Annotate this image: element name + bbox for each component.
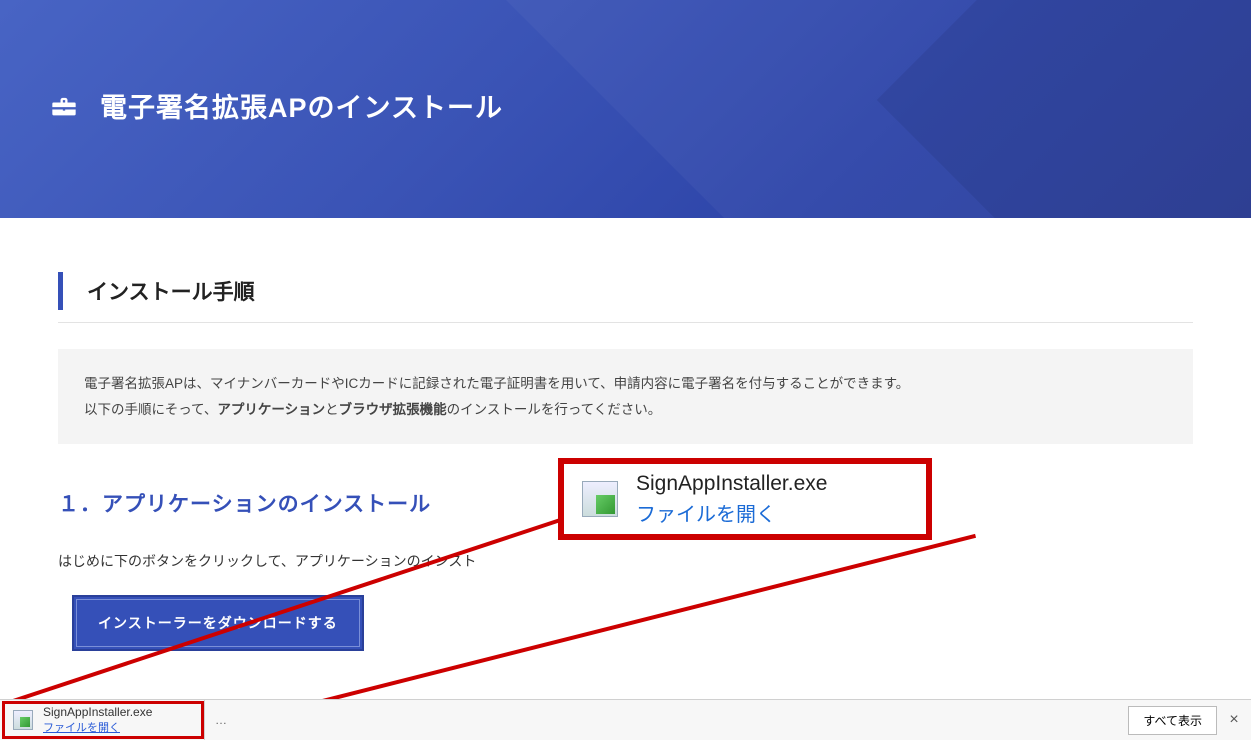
section-heading: インストール手順 [58, 272, 1193, 310]
hero-banner: 電子署名拡張APのインストール [0, 0, 1251, 218]
download-installer-button[interactable]: インストーラーをダウンロードする [72, 595, 364, 651]
show-all-downloads-button[interactable]: すべて表示 [1128, 706, 1217, 735]
note-bold: ブラウザ拡張機能 [339, 402, 447, 417]
callout-filename: SignAppInstaller.exe [636, 472, 827, 496]
note-line-2: 以下の手順にそって、アプリケーションとブラウザ拡張機能のインストールを行ってくだ… [84, 397, 1167, 423]
note-text: と [325, 402, 339, 417]
download-open-link[interactable]: ファイルを開く [43, 719, 152, 735]
note-line-1: 電子署名拡張APは、マイナンバーカードやICカードに記録された電子証明書を用いて… [84, 371, 1167, 397]
info-note: 電子署名拡張APは、マイナンバーカードやICカードに記録された電子証明書を用いて… [58, 349, 1193, 444]
note-text: 以下の手順にそって、 [84, 402, 217, 417]
browser-download-bar: SignAppInstaller.exe ファイルを開く … すべて表示 × [0, 699, 1251, 740]
installer-icon [582, 481, 618, 517]
divider [58, 322, 1193, 323]
note-bold: アプリケーション [217, 402, 325, 417]
note-text: のインストールを行ってください。 [447, 402, 662, 417]
toolbox-icon [50, 92, 78, 120]
page-title: 電子署名拡張APのインストール [100, 86, 503, 125]
close-download-bar-button[interactable]: × [1217, 711, 1251, 729]
step-1-intro: はじめに下のボタンをクリックして、アプリケーションのインスト [58, 548, 1193, 575]
installer-icon [13, 710, 33, 730]
download-filename: SignAppInstaller.exe [43, 705, 152, 719]
download-bar-rest: … すべて表示 × [204, 700, 1251, 740]
callout-open-link[interactable]: ファイルを開く [636, 498, 827, 527]
download-callout: SignAppInstaller.exe ファイルを開く [558, 458, 932, 540]
ellipsis: … [215, 713, 227, 727]
download-chip[interactable]: SignAppInstaller.exe ファイルを開く [2, 701, 204, 739]
